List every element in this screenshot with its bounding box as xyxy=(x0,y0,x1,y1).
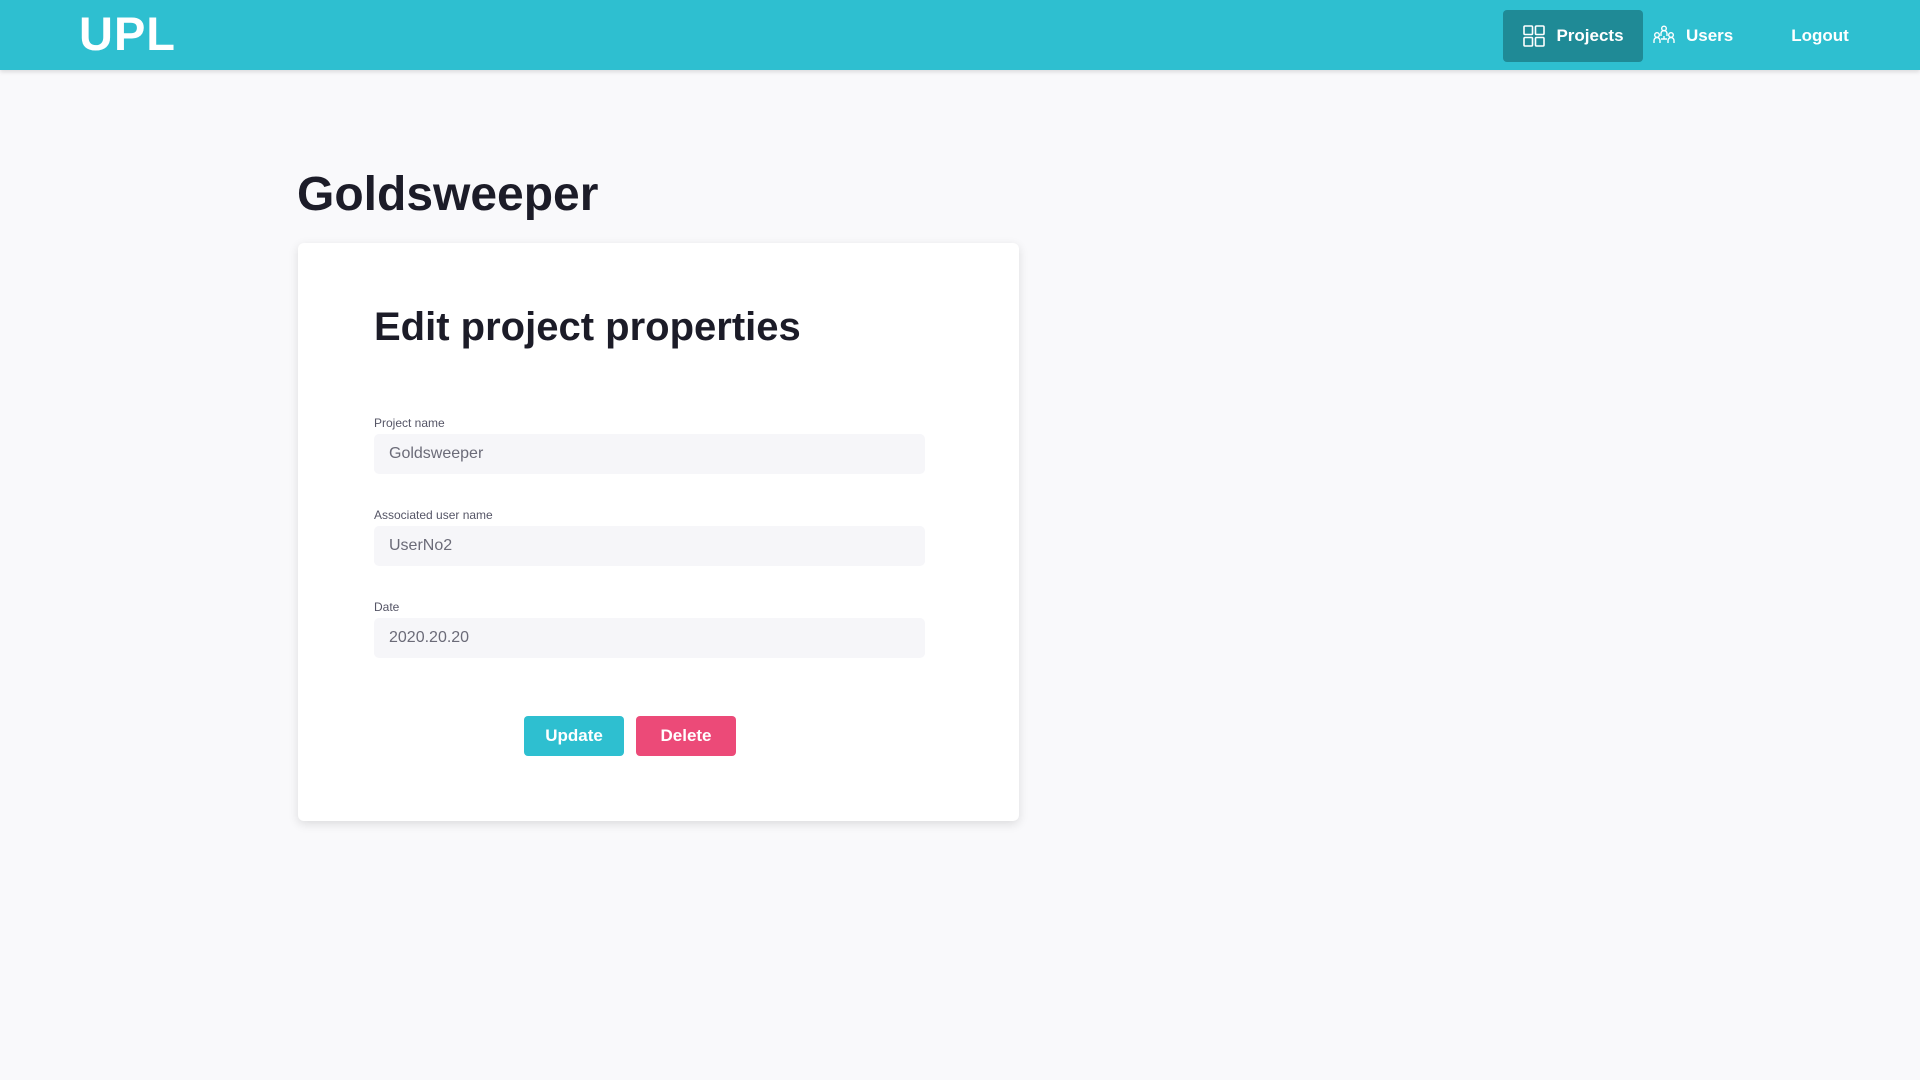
nav-logout-label: Logout xyxy=(1791,26,1849,45)
associated-user-label: Associated user name xyxy=(374,508,493,522)
delete-button[interactable]: Delete xyxy=(636,716,736,756)
project-name-input[interactable] xyxy=(374,434,925,474)
nav-logout[interactable]: Logout xyxy=(1770,10,1870,62)
project-name-label: Project name xyxy=(374,416,445,430)
card-title: Edit project properties xyxy=(374,305,801,349)
page-title: Goldsweeper xyxy=(297,168,599,221)
nav-projects-label: Projects xyxy=(1556,26,1624,45)
edit-project-card: Edit project properties Project name Ass… xyxy=(298,243,1019,821)
top-navbar: UPL Projects Users Logout xyxy=(0,0,1920,70)
update-button[interactable]: Update xyxy=(524,716,624,756)
nav-projects[interactable]: Projects xyxy=(1503,10,1643,62)
date-label: Date xyxy=(374,600,400,614)
nav-users-label: Users xyxy=(1686,26,1734,45)
nav-users[interactable]: Users xyxy=(1652,10,1752,62)
grid-icon xyxy=(1523,25,1546,47)
associated-user-input[interactable] xyxy=(374,526,925,566)
app-logo[interactable]: UPL xyxy=(79,9,176,59)
date-input[interactable] xyxy=(374,618,925,658)
users-icon xyxy=(1653,25,1675,43)
